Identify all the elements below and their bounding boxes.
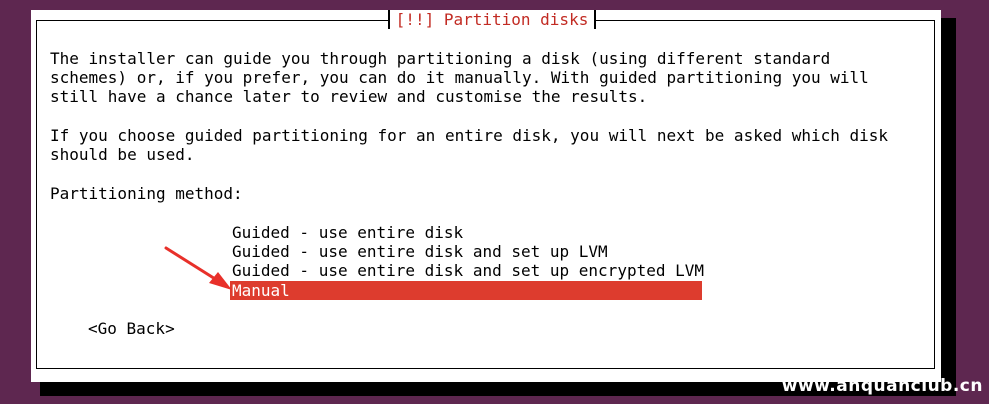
dialog-title-bar: [!!] Partition disks	[31, 10, 941, 30]
dialog-title: [!!] Partition disks	[387, 10, 597, 30]
installer-screen: [!!] Partition disks The installer can g…	[0, 0, 989, 404]
option-manual[interactable]: Manual	[230, 280, 702, 300]
description-line: schemes) or, if you prefer, you can do i…	[50, 68, 869, 87]
guided-info-line: should be used.	[50, 145, 195, 164]
guided-info-line: If you choose guided partitioning for an…	[50, 126, 889, 145]
description-line: The installer can guide you through part…	[50, 49, 831, 68]
option-guided-encrypted-lvm[interactable]: Guided - use entire disk and set up encr…	[230, 261, 704, 280]
partition-disks-dialog: [!!] Partition disks The installer can g…	[31, 10, 941, 382]
go-back-button[interactable]: <Go Back>	[88, 319, 175, 338]
partitioning-method-list: Guided - use entire disk Guided - use en…	[230, 223, 704, 300]
option-guided-entire-disk[interactable]: Guided - use entire disk	[230, 223, 702, 242]
red-arrow-icon	[164, 246, 232, 290]
description-line: still have a chance later to review and …	[50, 87, 648, 106]
option-guided-lvm[interactable]: Guided - use entire disk and set up LVM	[230, 242, 702, 261]
watermark: www.anquanclub.cn	[781, 375, 983, 396]
partitioning-method-label: Partitioning method:	[50, 184, 243, 203]
